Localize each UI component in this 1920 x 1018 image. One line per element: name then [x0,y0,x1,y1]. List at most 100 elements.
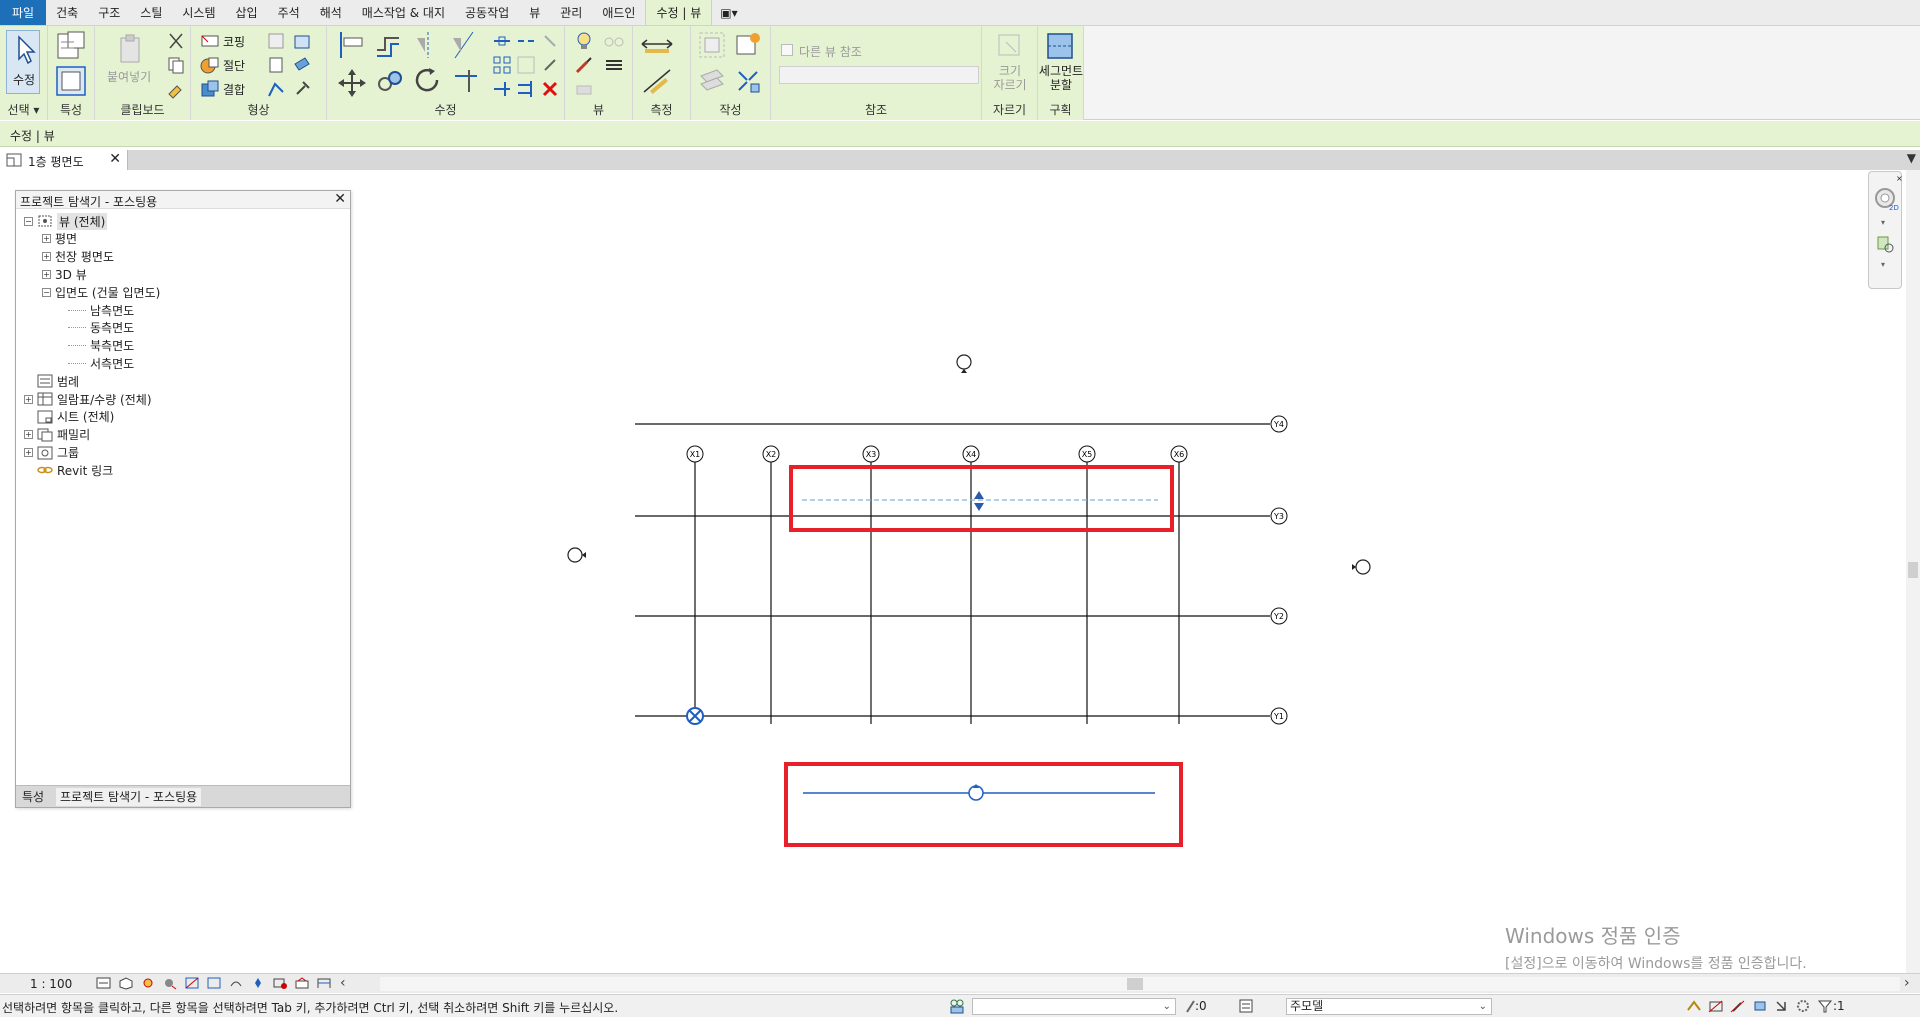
detail-level-icon[interactable] [96,976,112,990]
expand-icon[interactable]: + [24,430,33,440]
properties-icon[interactable] [54,30,88,64]
grid-bubble-y[interactable]: Y2 [1270,607,1288,625]
hammer-icon[interactable] [291,78,313,100]
expand-icon[interactable]: + [24,448,33,458]
select-panel-label[interactable]: 선택 ▾ [0,101,47,118]
grid-bubble-y[interactable]: Y3 [1270,507,1288,525]
join-geometry-icon[interactable] [199,78,221,100]
vertical-scroll-thumb[interactable] [1908,562,1918,578]
ribbon-tab-5[interactable]: 삽입 [226,0,268,25]
elevation-tag-selected[interactable] [968,784,984,801]
workset-dropdown[interactable]: ⌄ [972,998,1176,1015]
temporary-hide-icon[interactable] [250,976,266,990]
cut-geometry-icon[interactable] [199,54,221,76]
ribbon-tab-13[interactable]: 수정 | 뷰 [645,0,713,25]
offset-icon[interactable] [373,30,403,60]
reference-view-dropdown[interactable] [779,66,979,84]
wall-opening-icon[interactable] [265,78,287,100]
tree-node[interactable]: + 패밀리 [24,426,90,444]
join-geometry-label[interactable]: 결합 [223,81,245,98]
ribbon-tab-10[interactable]: 뷰 [519,0,550,25]
ribbon-tab-3[interactable]: 스틸 [130,0,172,25]
show-crop-region-icon[interactable] [206,976,222,990]
design-options-icon[interactable] [1238,998,1254,1014]
elevation-marker-west[interactable] [567,547,586,563]
visual-style-icon[interactable] [118,976,134,990]
copy-element-icon[interactable] [375,66,405,96]
tree-node[interactable]: 범례 [24,372,79,390]
tree-node[interactable]: 서측면도 [68,354,134,372]
wall-join-icon[interactable] [265,30,287,52]
drag-elements-icon[interactable] [1773,998,1791,1014]
sun-path-icon[interactable] [140,976,156,990]
paste-icon[interactable] [115,32,149,66]
cut-geometry-label[interactable]: 절단 [223,57,245,74]
type-properties-icon[interactable] [54,64,88,98]
worksharing-display-icon[interactable] [294,976,310,990]
select-links-icon[interactable] [1685,998,1703,1014]
grid-bubble-x[interactable]: X6 [1170,445,1188,463]
trim-multiple-icon[interactable] [515,78,537,100]
navbar-close-icon[interactable]: × [1896,174,1903,183]
unpin-icon[interactable] [539,30,561,52]
select-by-face-icon[interactable] [1751,998,1769,1014]
vertical-scrollbar[interactable] [1906,170,1920,975]
filter-icon[interactable] [1817,998,1833,1014]
tree-node[interactable]: 남측면도 [68,301,134,319]
pin-icon[interactable] [539,54,561,76]
trim-extend-icon[interactable] [451,66,481,96]
create-group-icon[interactable] [697,30,727,60]
expand-icon[interactable]: + [42,252,51,262]
steering-wheel-icon[interactable]: 2D [1873,186,1899,212]
zoom-region-icon[interactable] [1875,234,1897,256]
ribbon-tab-6[interactable]: 주석 [268,0,310,25]
expand-icon[interactable]: + [42,269,51,279]
demolish-icon[interactable] [265,54,287,76]
split-segment-icon[interactable] [1044,30,1076,62]
tree-node[interactable]: + 천장 평면도 [42,248,114,266]
glasses-icon[interactable] [603,30,625,52]
worksets-icon[interactable] [948,997,966,1015]
zoom-dropdown-icon[interactable]: ▾ [1881,260,1885,269]
cope-icon[interactable] [199,30,221,52]
tree-node[interactable]: + 평면 [42,230,77,248]
grid-bubble-x[interactable]: X4 [962,445,980,463]
trim-single-icon[interactable] [491,78,513,100]
override-brush-icon[interactable] [573,54,595,76]
tab-project-browser[interactable]: 프로젝트 탐색기 - 포스팅용 [56,788,202,806]
scroll-right-icon[interactable]: › [1904,975,1910,991]
ribbon-tab-11[interactable]: 관리 [550,0,592,25]
collapse-view-control-icon[interactable]: ‹ [340,975,346,991]
tree-node[interactable]: 시트 (전체) [24,408,114,426]
reveal-hidden-icon[interactable] [272,976,288,990]
ribbon-tab-4[interactable]: 시스템 [172,0,225,25]
ribbon-minimize-dropdown[interactable]: ▣▾ [712,0,745,25]
grid-bubble-x[interactable]: X3 [862,445,880,463]
grid-bubble-y[interactable]: Y4 [1270,415,1288,433]
view-scale[interactable]: 1 : 100 [30,977,72,991]
split-gap-icon[interactable] [515,30,537,52]
expand-icon[interactable]: + [42,234,51,244]
tree-node[interactable]: − 입면도 (건물 입면도) [42,283,160,301]
select-pinned-icon[interactable] [1729,998,1747,1014]
scale-icon[interactable] [515,54,537,76]
tree-node[interactable]: 동측면도 [68,319,134,337]
copy-icon[interactable] [165,54,187,76]
measure-between-icon[interactable] [639,32,675,56]
tree-node[interactable]: 북측면도 [68,337,134,355]
move-icon[interactable] [335,66,369,100]
tree-node[interactable]: +3D 뷰 [42,265,87,283]
wheel-dropdown-icon[interactable]: ▾ [1881,218,1885,227]
horizontal-scroll-thumb[interactable] [1127,978,1143,990]
other-view-checkbox[interactable] [781,44,793,56]
linework-icon[interactable] [603,54,625,76]
cope-label[interactable]: 코핑 [223,33,245,50]
tab-properties[interactable]: 특성 [18,788,48,806]
close-view-tab-icon[interactable]: ✕ [109,151,121,167]
collapse-icon[interactable]: − [42,287,51,297]
elevation-marker-north[interactable] [956,354,972,373]
array-icon[interactable] [491,54,513,76]
collapse-icon[interactable]: − [24,216,33,226]
hide-bulb-icon[interactable] [573,30,595,52]
elevation-marker-east[interactable] [1352,559,1371,575]
